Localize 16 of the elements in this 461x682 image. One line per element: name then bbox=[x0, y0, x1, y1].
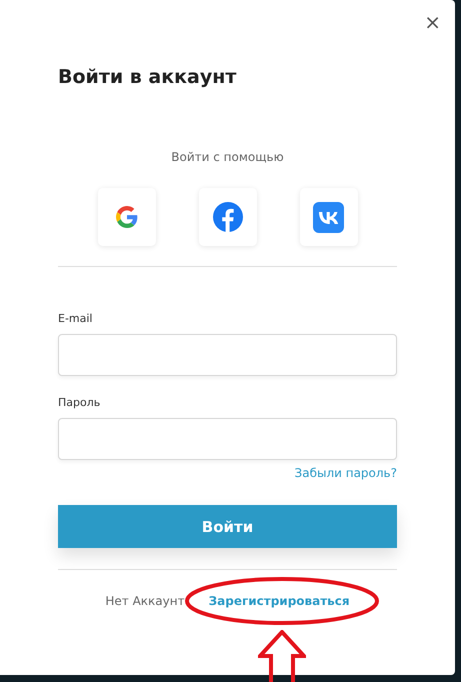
login-button[interactable]: Войти bbox=[58, 505, 397, 548]
social-caption: Войти с помощью bbox=[170, 149, 285, 165]
vk-button[interactable] bbox=[300, 188, 358, 246]
password-field[interactable] bbox=[58, 418, 397, 460]
dialog-title: Войти в аккаунт bbox=[58, 65, 238, 90]
facebook-button[interactable] bbox=[198, 188, 256, 246]
google-icon bbox=[116, 206, 138, 228]
field-label: E-mail bbox=[58, 312, 94, 326]
facebook-icon bbox=[212, 202, 242, 232]
no-account-text: Нет Аккаунт bbox=[105, 593, 185, 609]
forgot-password-link[interactable]: Забыли пароль? bbox=[294, 465, 397, 481]
vk-icon bbox=[313, 202, 344, 232]
email-field[interactable] bbox=[58, 334, 397, 376]
field-label: Пароль bbox=[58, 396, 102, 410]
google-button[interactable] bbox=[98, 188, 156, 246]
close-button[interactable]: × bbox=[420, 12, 445, 32]
